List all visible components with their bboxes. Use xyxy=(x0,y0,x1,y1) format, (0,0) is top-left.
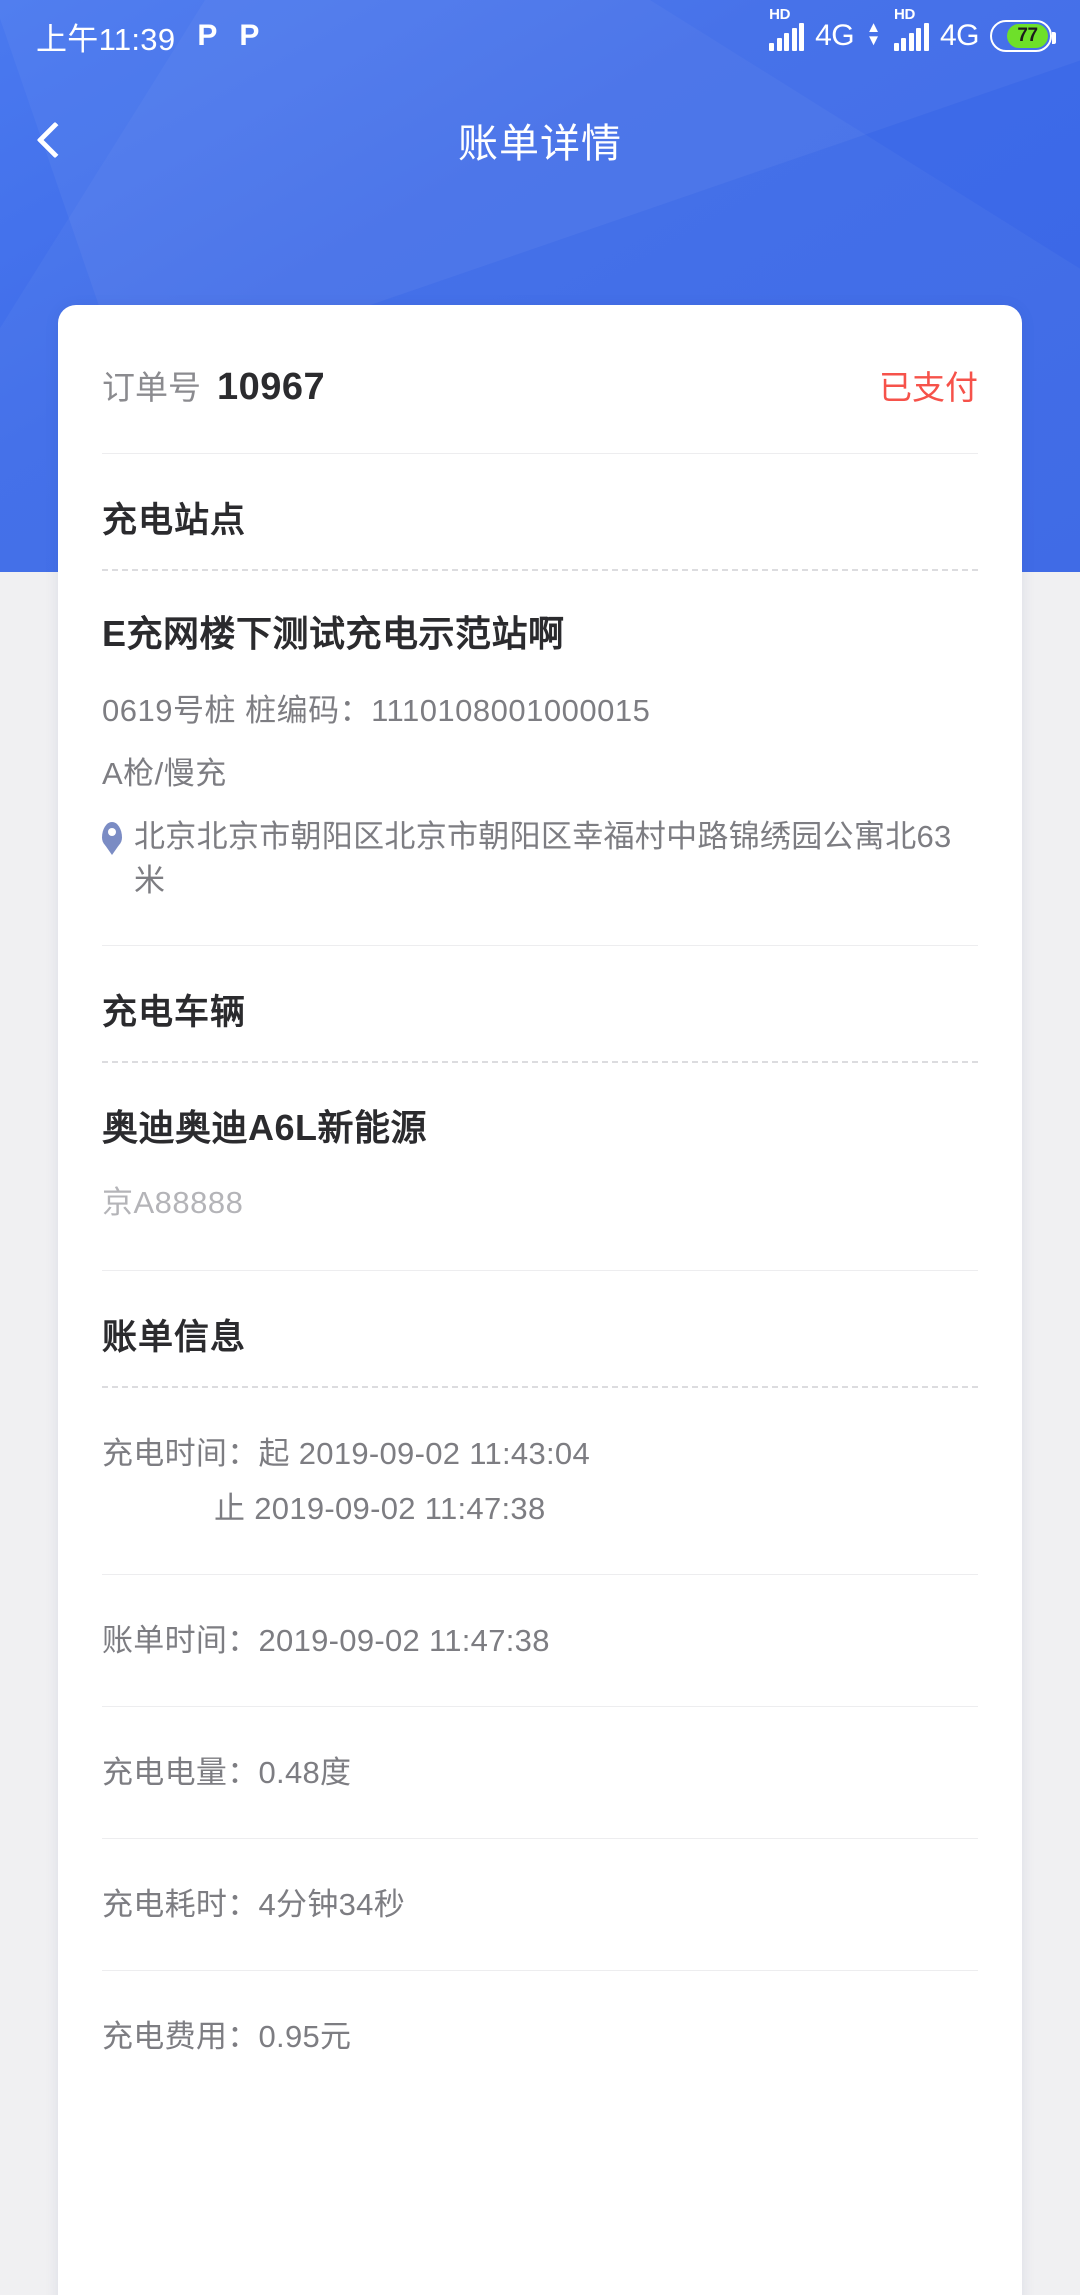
connector-type: A枪/慢充 xyxy=(102,756,227,791)
p-icon: P xyxy=(239,19,260,52)
signal-icon-sim1: HD xyxy=(769,7,805,51)
network-type-sim1: 4G xyxy=(815,19,855,52)
bill-row-bill-time: 账单时间：2019-09-02 11:47:38 xyxy=(102,1622,550,1658)
station-address: 北京北京市朝阳区北京市朝阳区幸福村中路锦绣园公寓北63米 xyxy=(134,819,952,899)
p-icon: P xyxy=(197,19,218,52)
section-heading-station: 充电站点 xyxy=(102,454,247,569)
vehicle-block: 奥迪奥迪A6L新能源 京A88888 xyxy=(102,1063,978,1270)
battery-icon: 77 xyxy=(990,20,1056,52)
nav-bar: 账单详情 xyxy=(0,90,1080,190)
station-name: E充网楼下测试充电示范站啊 xyxy=(102,613,565,654)
page-title: 账单详情 xyxy=(458,122,622,166)
station-address-row: 北京北京市朝阳区北京市朝阳区幸福村中路锦绣园公寓北63米 xyxy=(102,793,978,933)
section-heading-bill: 账单信息 xyxy=(102,1271,247,1386)
status-bar-right-icons: HD 4G ▲ ▼ HD 4G 77 xyxy=(769,7,1056,52)
bill-row-fee: 充电费用：0.95元 xyxy=(102,2018,352,2054)
charge-time-end-label: 止 xyxy=(214,1490,246,1526)
network-type-sim2: 4G xyxy=(939,19,980,52)
payment-status-badge: 已支付 xyxy=(879,369,978,406)
vehicle-plate: 京A88888 xyxy=(102,1185,244,1221)
pile-code: 0619号桩 桩编码：1110108001000015 xyxy=(102,693,651,728)
signal-icon-sim2: HD xyxy=(893,7,929,51)
signal-bars-icon xyxy=(893,23,929,51)
bill-row-charge-time: 充电时间：起 2019-09-02 11:43:04 止 2019-09-02 … xyxy=(102,1388,978,1574)
charge-time-end: 2019-09-02 11:47:38 xyxy=(254,1490,546,1526)
charge-time-start: 2019-09-02 11:43:04 xyxy=(298,1436,590,1472)
hd-icon: HD xyxy=(769,6,791,23)
order-row: 订单号 10967 已支付 xyxy=(102,305,978,453)
status-bar-time: 上午11:39 xyxy=(36,21,176,57)
section-heading-vehicle: 充电车辆 xyxy=(102,946,247,1061)
station-block: E充网楼下测试充电示范站啊 0619号桩 桩编码：111010800100001… xyxy=(102,571,978,945)
status-bar: 上午11:39 P P HD 4G ▲ ▼ HD 4G 77 xyxy=(0,0,1080,72)
order-number-value: 10967 xyxy=(217,366,326,408)
status-bar-left-icons: P P xyxy=(197,21,259,51)
bill-row-duration: 充电耗时：4分钟34秒 xyxy=(102,1886,406,1922)
charge-time-end-group: 止 2019-09-02 11:47:38 xyxy=(102,1477,978,1532)
location-pin-icon xyxy=(102,822,122,848)
bill-detail-card: 订单号 10967 已支付 充电站点 E充网楼下测试充电示范站啊 0619号桩 … xyxy=(58,305,1022,2295)
vehicle-name: 奥迪奥迪A6L新能源 xyxy=(102,1107,428,1149)
order-number-group: 订单号 10967 xyxy=(102,361,325,409)
order-number-label: 订单号 xyxy=(102,369,201,406)
bill-row-energy: 充电电量：0.48度 xyxy=(102,1754,352,1790)
charge-time-label: 充电时间：起 xyxy=(102,1436,290,1472)
signal-bars-icon xyxy=(769,23,805,51)
data-transfer-icon: ▲ ▼ xyxy=(866,19,881,49)
hd-icon: HD xyxy=(893,6,916,23)
battery-percent-label: 77 xyxy=(1006,24,1048,48)
